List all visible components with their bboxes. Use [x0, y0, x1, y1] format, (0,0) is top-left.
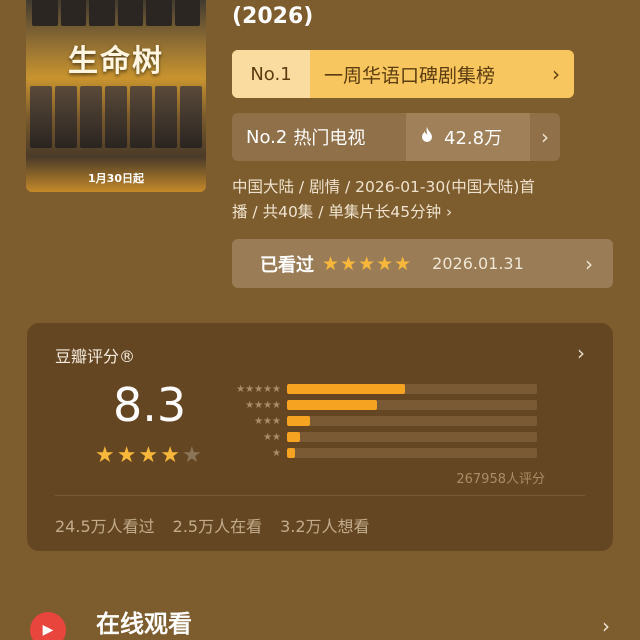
divider — [55, 495, 585, 496]
distribution-track — [287, 384, 537, 394]
star-icon: ★ — [181, 443, 204, 468]
distribution-row: ★ — [225, 445, 545, 461]
my-rating-stars: ★★★★★ — [322, 252, 413, 275]
chevron-right-icon: › — [585, 251, 593, 276]
audience-stats: 24.5万人看过 2.5万人在看 3.2万人想看 — [55, 513, 370, 537]
distribution-track — [287, 416, 537, 426]
rating-distribution: ★★★★★ ★★★★ ★★★ ★★ ★ — [225, 381, 545, 461]
chevron-right-icon: › — [541, 125, 549, 149]
distribution-stars-label: ★★ — [263, 431, 281, 443]
poster-cast-bottom — [26, 86, 206, 148]
star-icon: ★ — [116, 443, 139, 468]
poster-image[interactable]: 生命树 1月30日起 — [26, 0, 206, 192]
distribution-stars-label: ★★★ — [254, 415, 281, 427]
distribution-stars-label: ★★★★ — [245, 399, 281, 411]
score-stars: ★★★★★ — [95, 443, 204, 468]
distribution-bar — [287, 448, 295, 458]
distribution-stars-label: ★ — [272, 447, 281, 459]
distribution-row: ★★ — [225, 429, 545, 445]
my-rating-bar[interactable]: 已看过 ★★★★★ 2026.01.31 › — [232, 239, 613, 288]
ranking-popular-tv[interactable]: No.2 热门电视 42.8万 › — [232, 113, 560, 161]
distribution-bar — [287, 432, 300, 442]
poster-title-art: 生命树 — [68, 44, 164, 79]
online-watch-title: 在线观看 — [96, 610, 192, 638]
ranking-popular-label: No.2 热门电视 — [232, 113, 406, 161]
fire-icon — [420, 127, 434, 147]
douban-rating-card[interactable]: 豆瓣评分® › 8.3 ★★★★★ ★★★★★ ★★★★ ★★★ ★★ ★ 267958… — [27, 323, 613, 551]
douban-score: 8.3 — [113, 378, 187, 432]
ranking-label: 一周华语口碑剧集榜 — [324, 64, 496, 87]
distribution-bar — [287, 400, 377, 410]
online-watch-section[interactable]: ▶ 在线观看 › — [0, 600, 640, 640]
poster-release-date: 1月30日起 — [88, 172, 144, 185]
distribution-bar — [287, 416, 310, 426]
ranking-label: 热门电视 — [293, 128, 366, 149]
distribution-bar — [287, 384, 405, 394]
ranking-number: No.1 — [232, 50, 310, 98]
distribution-track — [287, 432, 537, 442]
distribution-track — [287, 400, 537, 410]
chevron-right-icon: › — [552, 62, 560, 86]
watched-count[interactable]: 24.5万人看过 — [55, 513, 155, 537]
douban-rating-title: 豆瓣评分® — [55, 347, 136, 366]
play-icon: ▶ — [30, 612, 66, 640]
distribution-row: ★★★ — [225, 413, 545, 429]
distribution-row: ★★★★ — [225, 397, 545, 413]
meta-line-1: 中国大陆 / 剧情 / 2026-01-30(中国大陆)首 — [232, 178, 535, 196]
distribution-track — [287, 448, 537, 458]
chevron-right-icon[interactable]: › — [577, 341, 585, 365]
distribution-row: ★★★★★ — [225, 381, 545, 397]
rating-count[interactable]: 267958人评分 — [456, 468, 545, 487]
ranking-number: No.2 — [246, 126, 288, 148]
want-count[interactable]: 3.2万人想看 — [280, 513, 369, 537]
chevron-right-icon: › — [602, 614, 610, 638]
star-icon: ★ — [138, 443, 161, 468]
star-icon: ★ — [95, 443, 117, 468]
ranking-weekly-chinese-chart[interactable]: No.1 一周华语口碑剧集榜 › — [232, 50, 574, 98]
show-year: (2026) — [232, 4, 314, 29]
show-meta-info[interactable]: 中国大陆 / 剧情 / 2026-01-30(中国大陆)首 播 / 共40集 /… — [232, 175, 622, 225]
poster-cast-top — [26, 0, 206, 26]
heat-number: 42.8万 — [444, 128, 503, 149]
star-icon: ★ — [160, 443, 182, 468]
heat-value: 42.8万 — [406, 113, 530, 161]
watched-status: 已看过 — [260, 254, 314, 276]
meta-line-2: 播 / 共40集 / 单集片长45分钟 › — [232, 203, 453, 221]
distribution-stars-label: ★★★★★ — [236, 383, 281, 395]
watching-count[interactable]: 2.5万人在看 — [173, 513, 262, 537]
watched-date: 2026.01.31 — [432, 254, 524, 273]
